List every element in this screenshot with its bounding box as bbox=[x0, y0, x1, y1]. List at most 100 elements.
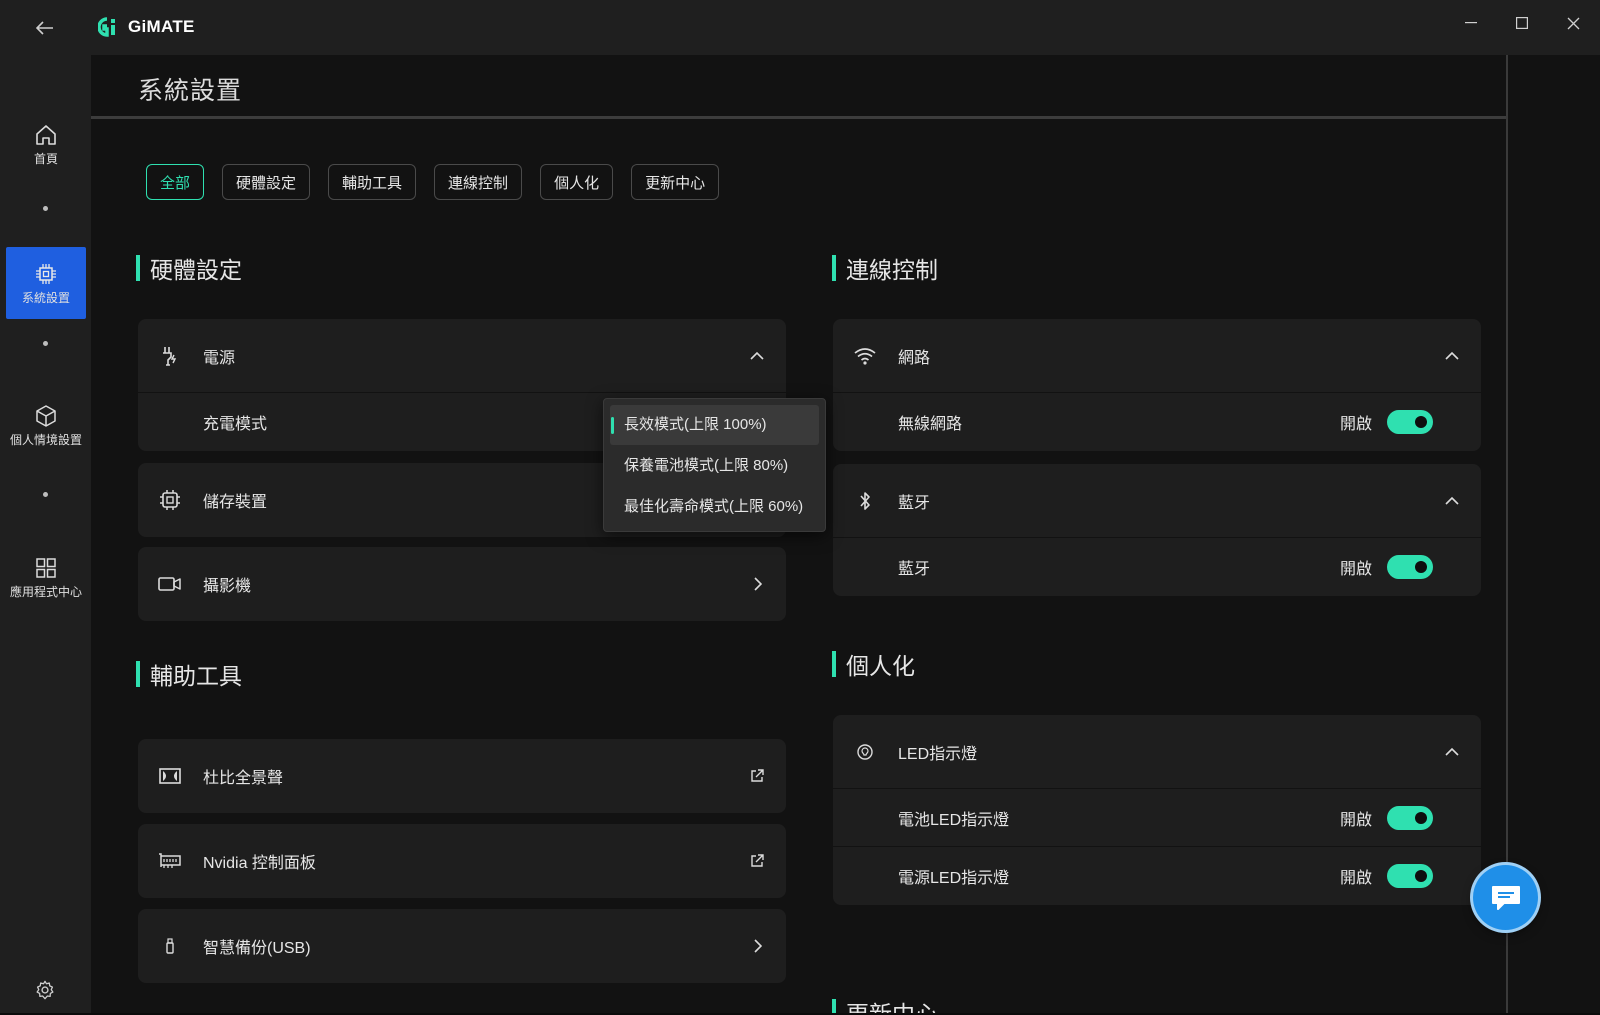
power-led-toggle-group: 開啟 bbox=[1340, 864, 1433, 888]
sidebar-separator-dot bbox=[43, 206, 48, 211]
main-content: 系統設置 全部 硬體設定 輔助工具 連線控制 個人化 更新中心 硬體設定 電源 bbox=[91, 55, 1507, 1013]
gpu-card-icon bbox=[158, 849, 182, 873]
sidebar-item-label: 系統設置 bbox=[21, 290, 70, 305]
sidebar-item-system-settings[interactable]: 系統設置 bbox=[6, 247, 86, 319]
chat-button[interactable] bbox=[1473, 865, 1538, 930]
section-title-text: 輔助工具 bbox=[150, 663, 242, 689]
camera-row[interactable]: 攝影機 bbox=[138, 547, 786, 621]
chat-bubble-icon bbox=[1491, 885, 1520, 910]
cube-icon bbox=[36, 404, 56, 427]
nvidia-card[interactable]: Nvidia 控制面板 bbox=[138, 824, 786, 898]
tab-all[interactable]: 全部 bbox=[146, 164, 205, 200]
section-title-text: 連線控制 bbox=[846, 257, 938, 283]
sidebar-item-label: 個人情境設置 bbox=[9, 432, 82, 447]
chevron-right-icon[interactable] bbox=[748, 937, 766, 955]
battery-led-row: 電池LED指示燈 開啟 bbox=[833, 789, 1481, 847]
led-label: LED指示燈 bbox=[898, 745, 978, 763]
back-button[interactable] bbox=[32, 16, 58, 40]
sidebar-item-scenario-settings[interactable]: 個人情境設置 bbox=[6, 385, 86, 465]
wifi-icon bbox=[853, 344, 877, 368]
charge-mode-dropdown: 長效模式(上限 100%) 保養電池模式(上限 80%) 最佳化壽命模式(上限 … bbox=[603, 398, 826, 532]
wifi-label: 無線網路 bbox=[898, 416, 963, 433]
app-window: GiMATE 首頁 系統設置 個人情境設置 應用程式中心 系統設置 全部 硬體設… bbox=[0, 0, 1600, 1013]
chevron-up-icon[interactable] bbox=[748, 347, 766, 365]
charge-option-longlife[interactable]: 長效模式(上限 100%) bbox=[610, 405, 819, 445]
gimate-logo-icon bbox=[98, 17, 115, 37]
power-header-row[interactable]: 電源 bbox=[138, 319, 786, 393]
sidebar-item-label: 應用程式中心 bbox=[9, 584, 82, 599]
chevron-up-icon[interactable] bbox=[1443, 492, 1461, 510]
camera-icon bbox=[158, 572, 182, 596]
gear-icon[interactable] bbox=[34, 979, 56, 1001]
section-connection-title: 連線控制 bbox=[832, 251, 938, 285]
bluetooth-header-row[interactable]: 藍牙 bbox=[833, 464, 1481, 538]
tab-personal[interactable]: 個人化 bbox=[540, 164, 614, 200]
bluetooth-icon bbox=[853, 489, 877, 513]
dolby-card[interactable]: 杜比全景聲 bbox=[138, 739, 786, 813]
bluetooth-toggle-group: 開啟 bbox=[1340, 555, 1433, 579]
nvidia-row[interactable]: Nvidia 控制面板 bbox=[138, 824, 786, 898]
tab-tools[interactable]: 輔助工具 bbox=[328, 164, 417, 200]
section-title-text: 更新中心 bbox=[846, 995, 938, 1013]
bluetooth-item-label: 藍牙 bbox=[898, 561, 931, 578]
title-divider bbox=[91, 116, 1507, 119]
led-card: LED指示燈 電池LED指示燈 開啟 電源LED指示燈 開啟 bbox=[833, 715, 1481, 905]
chevron-up-icon[interactable] bbox=[1443, 743, 1461, 761]
chevron-right-icon[interactable] bbox=[748, 575, 766, 593]
tab-hardware[interactable]: 硬體設定 bbox=[222, 164, 311, 200]
network-header-row[interactable]: 網路 bbox=[833, 319, 1481, 393]
charge-option-optimized[interactable]: 最佳化壽命模式(上限 60%) bbox=[610, 487, 819, 527]
toggle-knob bbox=[1415, 416, 1427, 428]
external-link-icon[interactable] bbox=[748, 767, 766, 785]
power-led-label: 電源LED指示燈 bbox=[898, 870, 1010, 887]
close-icon bbox=[1567, 17, 1579, 29]
backup-label: 智慧備份(USB) bbox=[203, 940, 311, 957]
power-led-row: 電源LED指示燈 開啟 bbox=[833, 847, 1481, 905]
bluetooth-toggle[interactable] bbox=[1387, 555, 1433, 579]
sidebar-item-home[interactable]: 首頁 bbox=[6, 113, 86, 175]
minimize-icon bbox=[1465, 22, 1477, 24]
dolby-row[interactable]: 杜比全景聲 bbox=[138, 739, 786, 813]
dolby-icon bbox=[158, 764, 182, 788]
wifi-toggle[interactable] bbox=[1387, 410, 1433, 434]
bluetooth-card: 藍牙 藍牙 開啟 bbox=[833, 464, 1481, 596]
minimize-button[interactable] bbox=[1451, 8, 1491, 38]
led-header-row[interactable]: LED指示燈 bbox=[833, 715, 1481, 789]
tab-update[interactable]: 更新中心 bbox=[631, 164, 720, 200]
bluetooth-state-text: 開啟 bbox=[1339, 561, 1372, 578]
storage-chip-icon bbox=[158, 488, 182, 512]
power-label: 電源 bbox=[203, 349, 236, 367]
power-led-toggle[interactable] bbox=[1387, 864, 1433, 888]
section-update-title: 更新中心 bbox=[832, 995, 938, 1013]
sidebar: 首頁 系統設置 個人情境設置 應用程式中心 bbox=[0, 55, 91, 1013]
battery-led-toggle-group: 開啟 bbox=[1339, 805, 1433, 830]
battery-led-state-text: 開啟 bbox=[1339, 811, 1372, 829]
sidebar-item-app-center[interactable]: 應用程式中心 bbox=[6, 537, 86, 617]
power-led-state-text: 開啟 bbox=[1339, 870, 1372, 887]
home-icon bbox=[36, 124, 56, 145]
external-link-icon[interactable] bbox=[748, 852, 766, 870]
section-accent-bar bbox=[136, 255, 140, 281]
maximize-icon bbox=[1516, 17, 1528, 29]
sidebar-separator-dot bbox=[43, 492, 48, 497]
backup-row[interactable]: 智慧備份(USB) bbox=[138, 909, 786, 983]
camera-card[interactable]: 攝影機 bbox=[138, 547, 786, 621]
toggle-knob bbox=[1415, 870, 1427, 882]
chevron-up-icon[interactable] bbox=[1443, 347, 1461, 365]
maximize-button[interactable] bbox=[1502, 8, 1542, 38]
toggle-knob bbox=[1415, 561, 1427, 573]
backup-card[interactable]: 智慧備份(USB) bbox=[138, 909, 786, 983]
sidebar-separator-dot bbox=[43, 341, 48, 346]
section-accent-bar bbox=[136, 661, 140, 687]
battery-led-toggle[interactable] bbox=[1387, 805, 1433, 830]
tab-connection[interactable]: 連線控制 bbox=[434, 164, 523, 200]
wifi-row: 無線網路 開啟 bbox=[833, 393, 1481, 451]
charge-option-battery-care[interactable]: 保養電池模式(上限 80%) bbox=[610, 446, 819, 486]
wifi-state-text: 開啟 bbox=[1339, 416, 1372, 433]
camera-label: 攝影機 bbox=[203, 578, 252, 595]
page-title: 系統設置 bbox=[138, 77, 243, 105]
close-button[interactable] bbox=[1553, 8, 1593, 38]
nvidia-label: Nvidia 控制面板 bbox=[203, 855, 316, 872]
toggle-knob bbox=[1415, 811, 1427, 824]
category-tabs: 全部 硬體設定 輔助工具 連線控制 個人化 更新中心 bbox=[146, 164, 720, 200]
